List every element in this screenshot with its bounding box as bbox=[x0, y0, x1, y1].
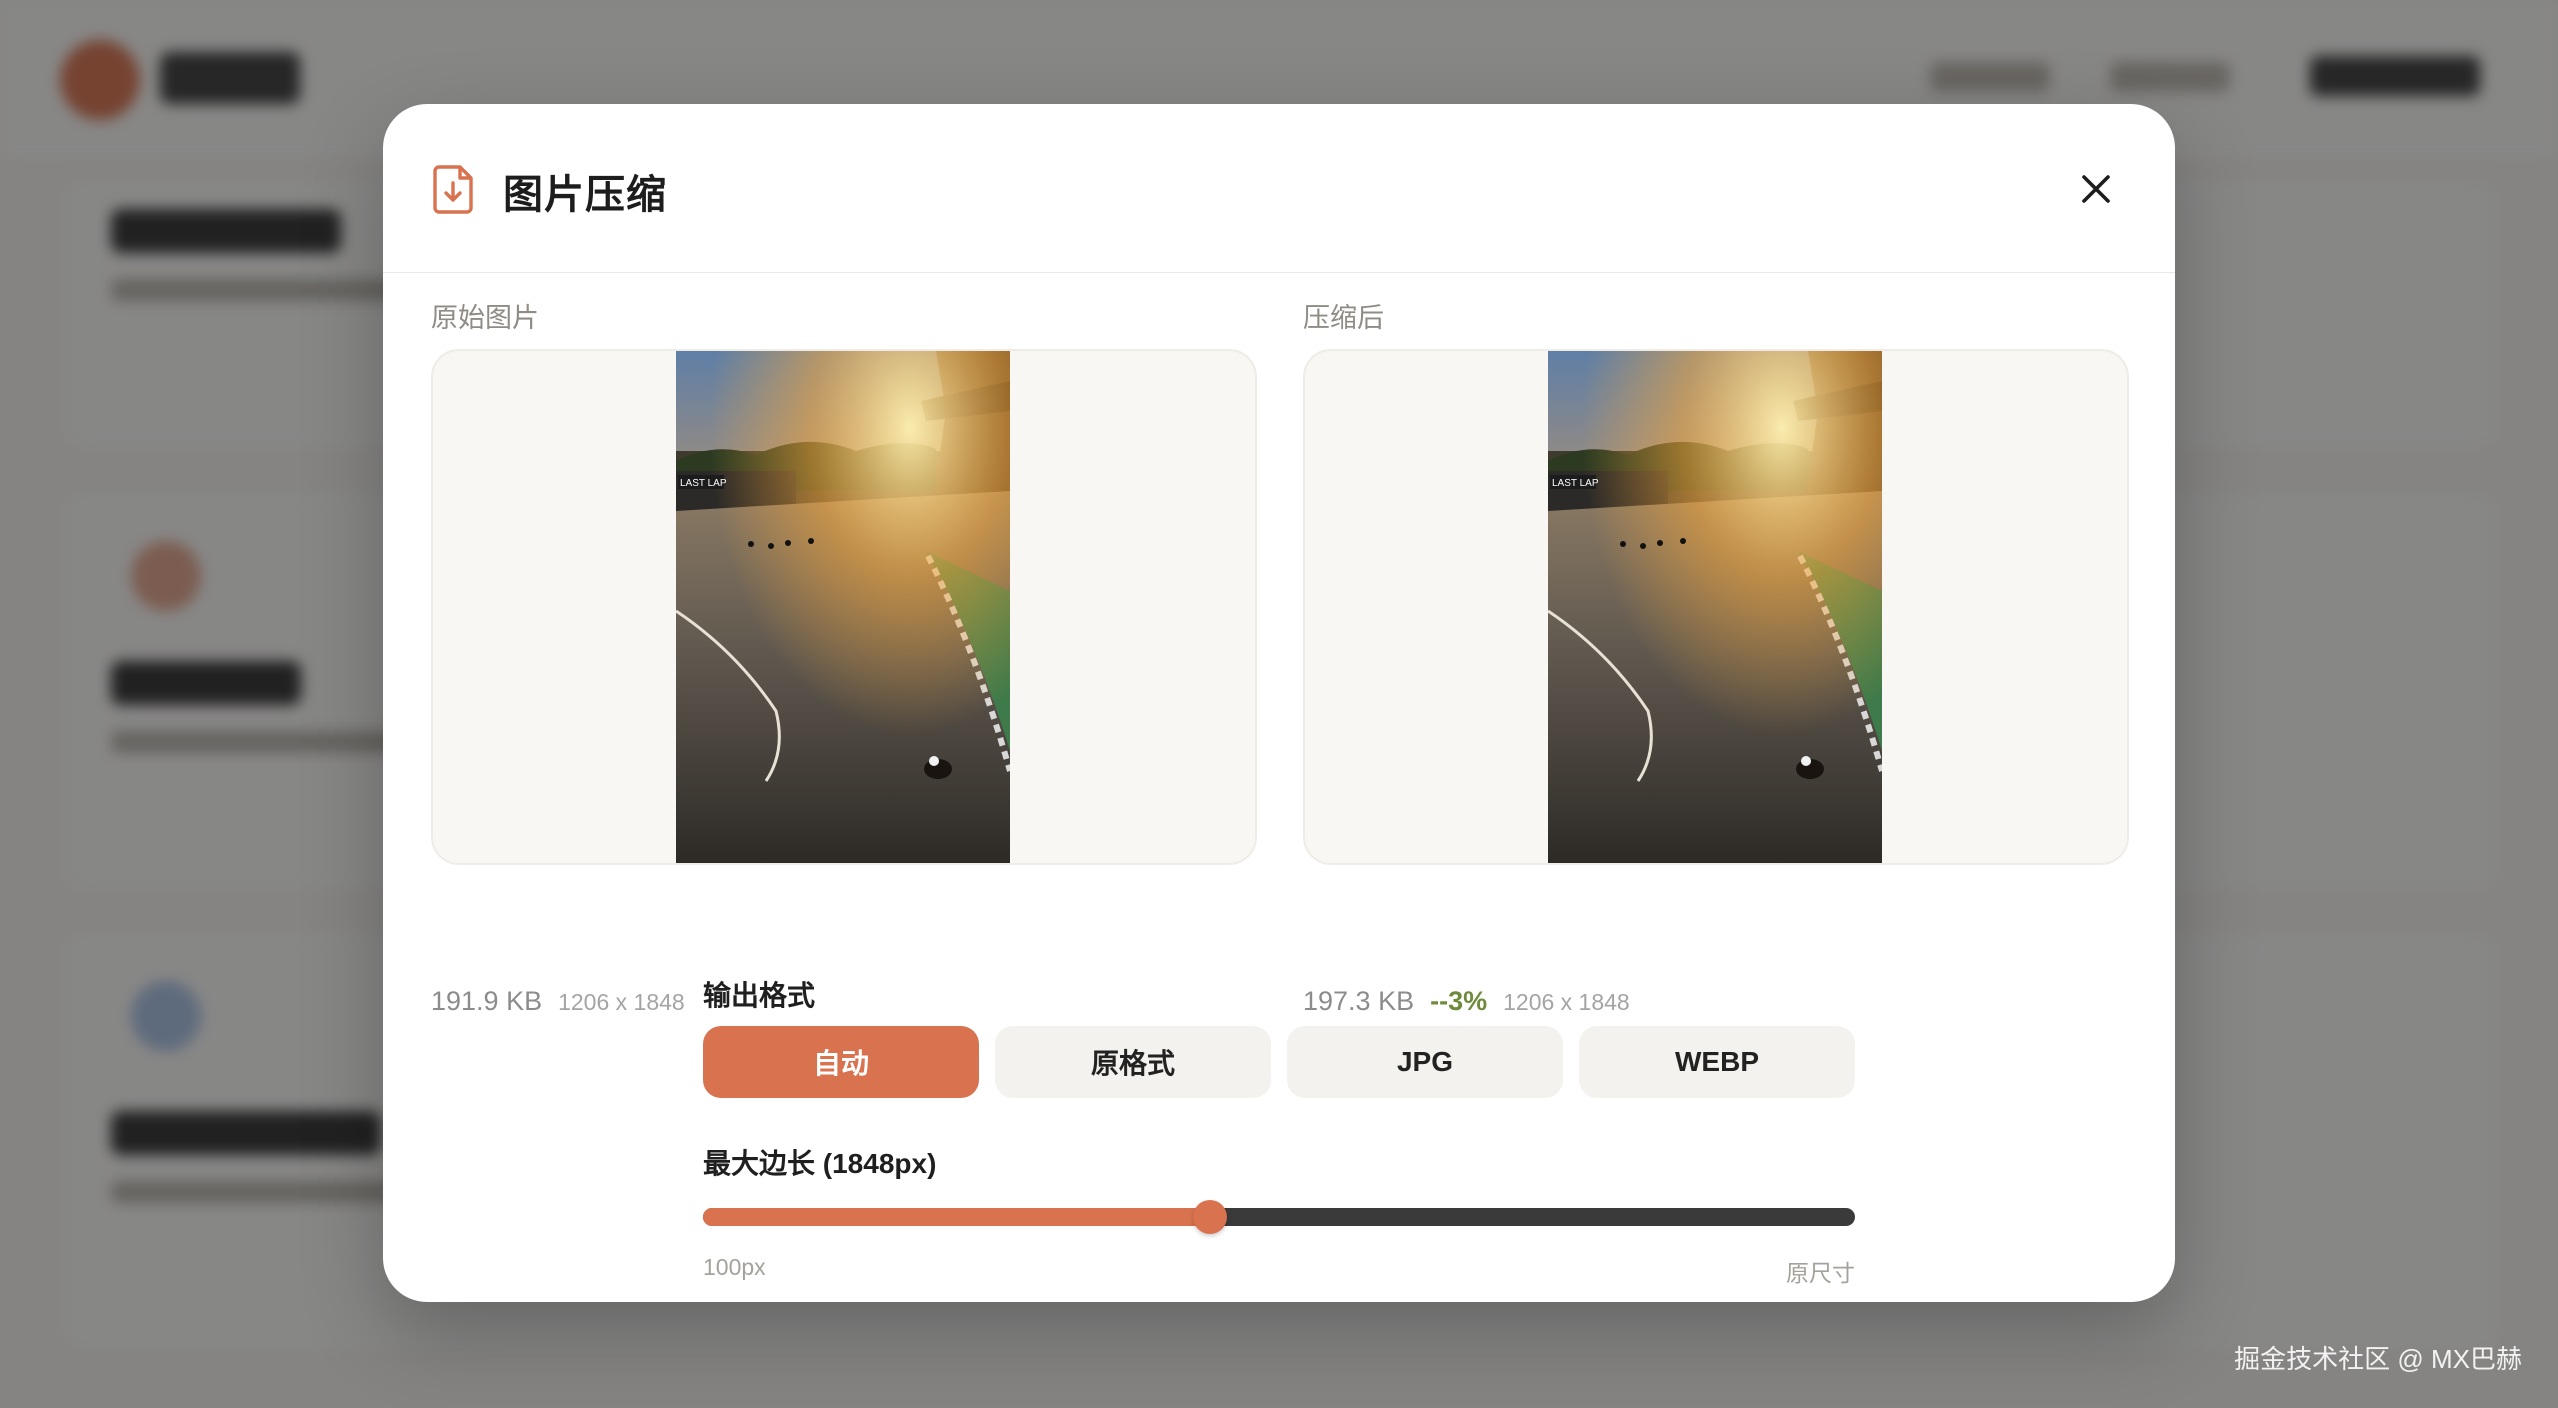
compressed-image-meta: 197.3 KB --3% 1206 x 1848 bbox=[1303, 986, 1630, 1026]
compressed-dimensions: 1206 x 1848 bbox=[1503, 989, 1630, 1015]
compressed-file-size: 197.3 KB bbox=[1303, 986, 1415, 1016]
slider-min-label: 100px bbox=[703, 1254, 766, 1280]
format-webp-button[interactable]: WEBP bbox=[1579, 1026, 1855, 1098]
original-race-photo: LAST LAP bbox=[676, 351, 1010, 863]
watermark-text: 掘金技术社区 @ MX巴赫 bbox=[2234, 1344, 2522, 1374]
format-auto-button[interactable]: 自动 bbox=[703, 1026, 979, 1098]
dialog-title: 图片压缩 bbox=[503, 173, 667, 217]
compressed-image-label: 压缩后 bbox=[1303, 303, 1384, 333]
format-original-button[interactable]: 原格式 bbox=[995, 1026, 1271, 1098]
compressed-image-preview: LAST LAP bbox=[1303, 349, 2129, 865]
original-file-size: 191.9 KB bbox=[431, 986, 543, 1016]
max-edge-slider[interactable] bbox=[703, 1200, 1855, 1234]
file-download-icon bbox=[433, 165, 473, 214]
close-icon[interactable] bbox=[2073, 166, 2119, 212]
max-edge-label: 最大边长 (1848px) bbox=[703, 1148, 937, 1179]
format-jpg-button[interactable]: JPG bbox=[1287, 1026, 1563, 1098]
slider-max-label: 原尺寸 bbox=[1786, 1260, 1855, 1286]
compressed-race-photo: LAST LAP bbox=[1548, 351, 1882, 863]
output-format-label: 输出格式 bbox=[703, 980, 816, 1011]
slider-fill bbox=[703, 1208, 1210, 1226]
slider-thumb[interactable] bbox=[1192, 1200, 1227, 1234]
track-banner-text: LAST LAP bbox=[680, 478, 727, 489]
original-dimensions: 1206 x 1848 bbox=[558, 989, 685, 1015]
original-image-label: 原始图片 bbox=[431, 303, 539, 333]
original-image-preview: LAST LAP bbox=[431, 349, 1257, 865]
image-compress-dialog: 图片压缩 原始图片 LAST LAP 191.9 KB 1206 x 1848 … bbox=[383, 104, 2175, 1302]
track-banner-text: LAST LAP bbox=[1552, 478, 1599, 489]
original-image-meta: 191.9 KB 1206 x 1848 bbox=[431, 986, 685, 1026]
size-change-percent: --3% bbox=[1430, 986, 1488, 1016]
dialog-header: 图片压缩 bbox=[383, 104, 2175, 273]
